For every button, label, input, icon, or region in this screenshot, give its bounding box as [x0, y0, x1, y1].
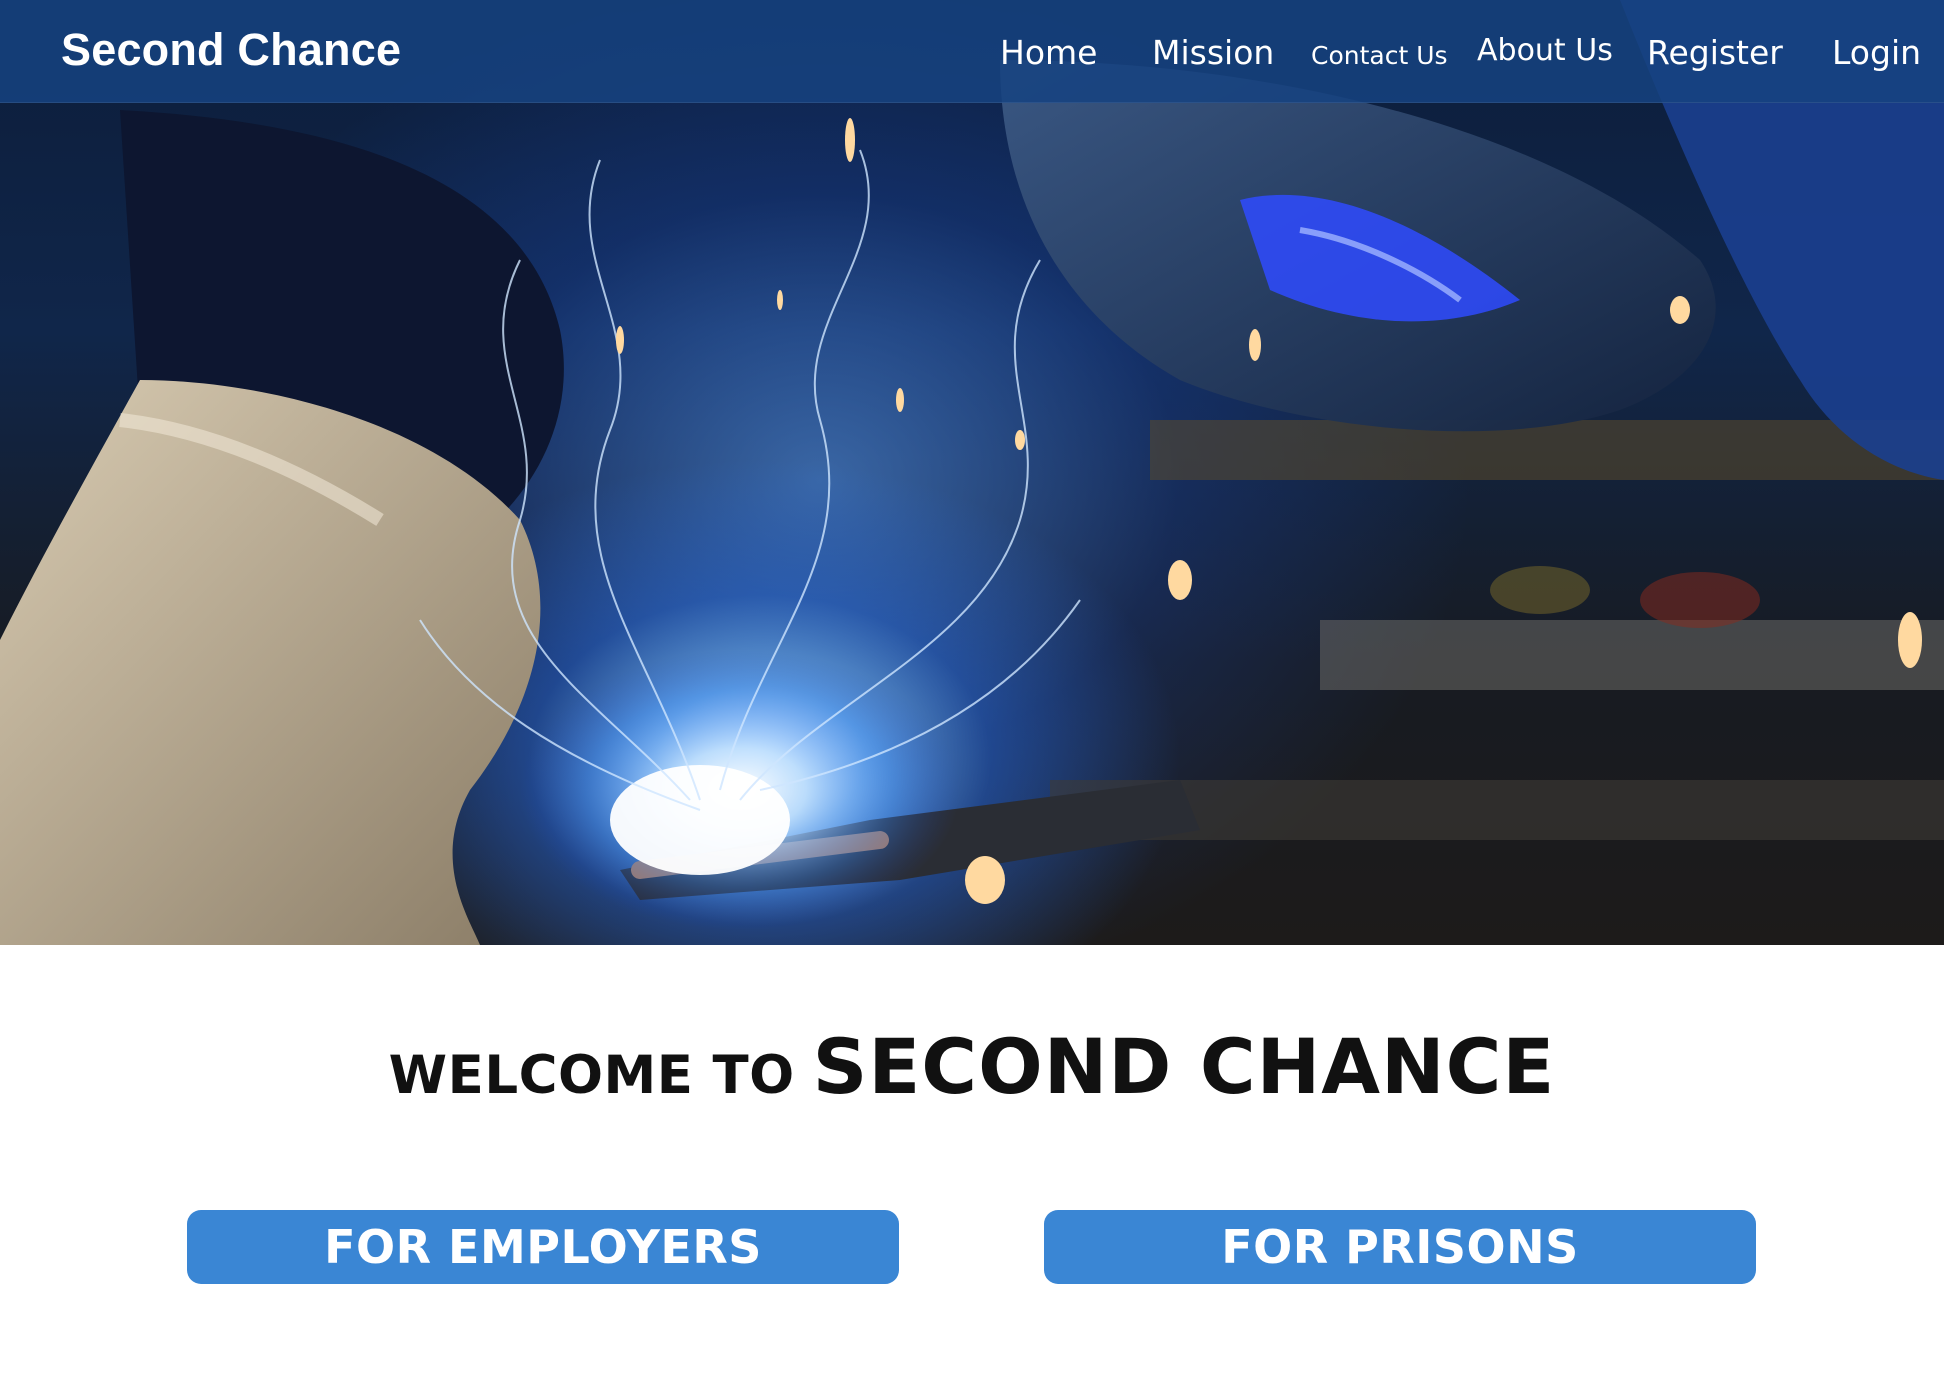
welcome-brand-name: SECOND CHANCE — [812, 1022, 1556, 1111]
welcome-heading: WELCOME TO SECOND CHANCE — [0, 1022, 1944, 1111]
nav-contact-link[interactable]: Contact Us — [1311, 41, 1448, 70]
nav-home-link[interactable]: Home — [1000, 33, 1097, 72]
page: Second Chance Home Mission Contact Us Ab… — [0, 0, 1944, 1380]
welcome-prefix: WELCOME TO — [388, 1045, 795, 1106]
nav-login-link[interactable]: Login — [1832, 33, 1921, 72]
for-prisons-button[interactable]: FOR PRISONS — [1044, 1210, 1756, 1284]
nav-register-link[interactable]: Register — [1647, 33, 1783, 72]
hero-image — [0, 0, 1944, 945]
for-employers-button[interactable]: FOR EMPLOYERS — [187, 1210, 899, 1284]
nav-mission-link[interactable]: Mission — [1152, 33, 1274, 72]
nav-about-link[interactable]: About Us — [1477, 33, 1613, 68]
top-navbar: Second Chance Home Mission Contact Us Ab… — [0, 0, 1944, 103]
brand-logo-link[interactable]: Second Chance — [61, 24, 401, 76]
welding-illustration — [0, 0, 1944, 945]
